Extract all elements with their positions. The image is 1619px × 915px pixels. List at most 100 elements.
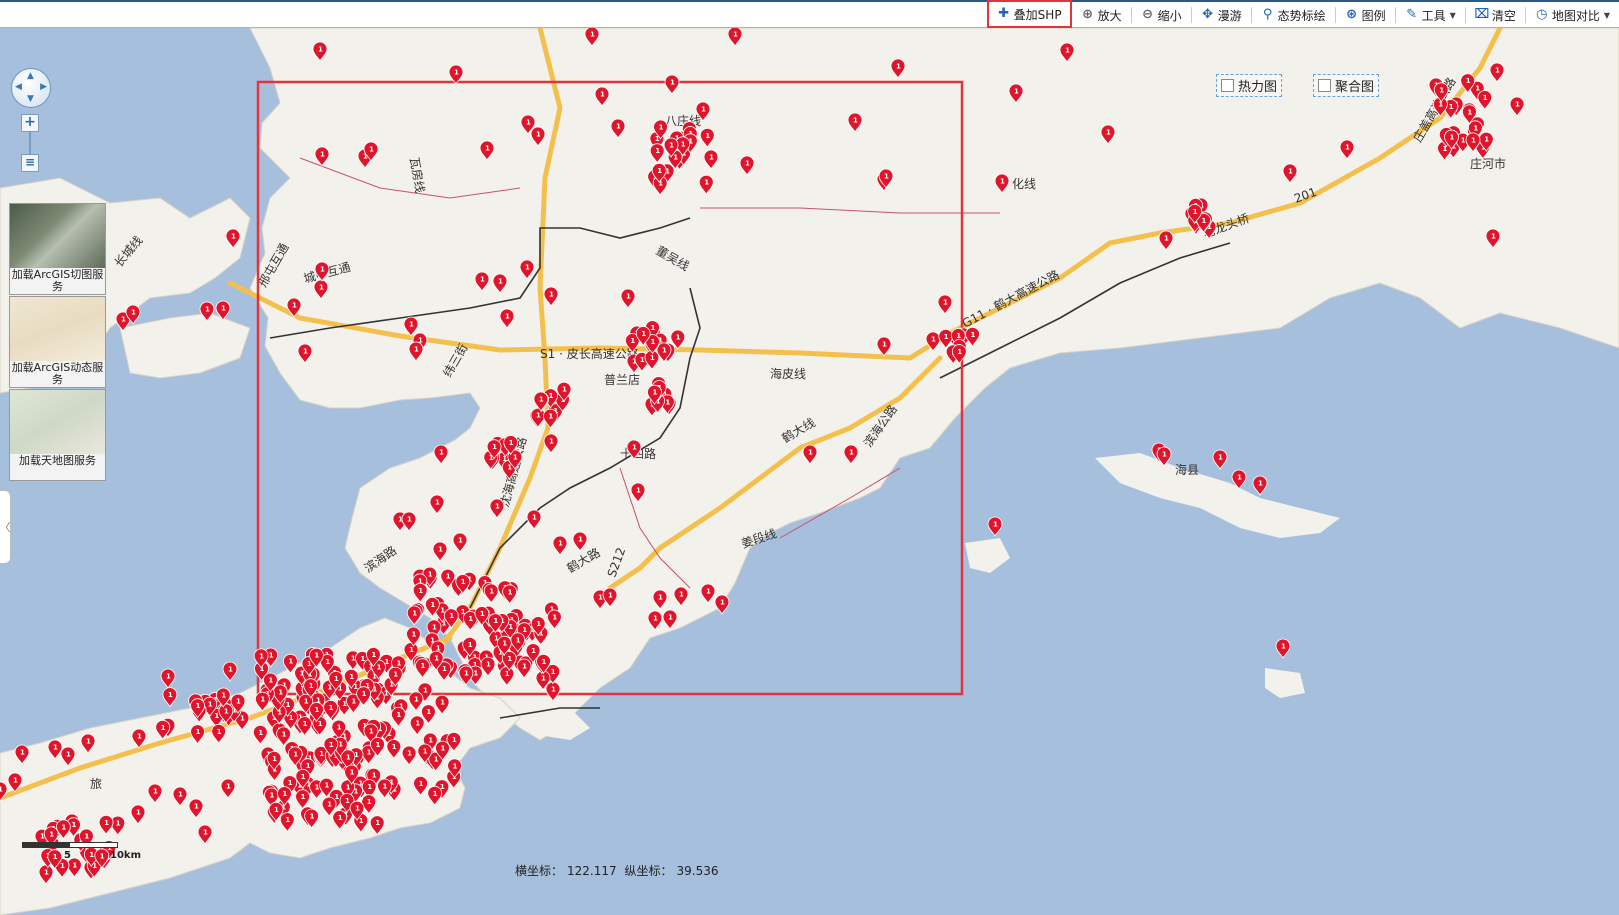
marker-count: 1 [372,772,377,780]
chevron-down-icon: ▼ [1603,10,1610,20]
marker-count: 1 [513,454,518,462]
marker-count: 1 [392,743,397,751]
marker-count: 1 [421,662,426,670]
heatmap-toggle[interactable]: 热力图 [1216,74,1283,97]
pan-down-icon[interactable]: ▼ [27,95,34,104]
marker-count: 1 [943,299,948,307]
marker-count: 1 [49,830,54,838]
zoom-out-button[interactable]: ⊖ 缩小 [1136,3,1187,27]
map-compare-dropdown[interactable]: ◷ 地图对比 ▼ [1530,3,1615,27]
marker-count: 1 [551,686,556,694]
marker-count: 1 [709,154,714,162]
pan-control[interactable]: ▲ ▼ ◀ ▶ [11,68,51,108]
marker-count: 1 [320,266,325,274]
marker-count: 1 [993,521,998,529]
marker-count: 1 [641,330,646,338]
marker-count: 1 [636,487,641,495]
marker-count: 1 [1218,454,1223,462]
cluster-checkbox[interactable] [1318,79,1331,92]
zoom-in-button[interactable]: ⊕ 放大 [1076,3,1127,27]
marker-count: 1 [658,594,663,602]
basemap-arcgis-tile[interactable]: 加载ArcGIS切图服务 [9,203,106,295]
heatmap-label: 热力图 [1238,80,1278,95]
marker-count: 1 [274,806,279,814]
basemap-tianditu[interactable]: 加载天地图服务 [9,389,106,481]
marker-count: 1 [1014,88,1019,96]
zoom-plus-button[interactable]: + [21,114,39,132]
marker-count: 1 [337,724,342,732]
marker-count: 1 [136,809,141,817]
x-coord-label: 横坐标： [515,864,564,878]
marker-count: 1 [480,610,485,618]
marker-count: 1 [502,640,507,648]
map-label: 旅 [90,777,102,791]
marker-count: 1 [453,762,458,770]
map-svg[interactable]: 八庄线 沈海高速公路 G11 · 鹤大高速公路 S1 · 皮长高速公路 海皮线 … [0,28,1619,915]
marker-count: 1 [896,63,901,71]
map-canvas[interactable]: 八庄线 沈海高速公路 G11 · 鹤大高速公路 S1 · 皮长高速公路 海皮线 … [0,28,1619,915]
marker-count: 1 [320,151,325,159]
scale-bar: 5 10km [22,842,141,861]
marker-count: 1 [522,626,527,634]
tools-dropdown[interactable]: ✎ 工具 ▼ [1400,3,1461,27]
collapse-panel-button[interactable]: 〈 [0,490,11,564]
marker-count: 1 [668,614,673,622]
marker-count: 1 [369,727,374,735]
divider [1334,7,1336,23]
pan-left-icon[interactable]: ◀ [15,83,22,92]
marker-count: 1 [346,753,351,761]
marker-count: 1 [1106,129,1111,137]
marker-count: 1 [1449,103,1454,111]
pan-right-icon[interactable]: ▶ [40,83,47,92]
marker-count: 1 [137,733,142,741]
marker-count: 1 [653,615,658,623]
marker-count: 1 [676,334,681,342]
marker-count: 1 [720,599,725,607]
marker-count: 1 [303,720,308,728]
marker-count: 1 [131,309,136,317]
clear-button[interactable]: ⌧ 清空 [1470,3,1521,27]
marker-count: 1 [495,503,500,511]
marker-count: 1 [61,823,66,831]
marker-count: 1 [1466,77,1471,85]
chevron-down-icon: ▼ [1449,10,1456,20]
marker-count: 1 [542,658,547,666]
pan-up-icon[interactable]: ▲ [27,72,34,81]
zoom-track[interactable] [29,132,31,154]
marker-count: 1 [0,786,3,794]
cluster-toggle[interactable]: 聚合图 [1313,74,1380,97]
marker-count: 1 [116,820,121,828]
add-shp-label: 叠加SHP [1013,7,1062,22]
marker-count: 1 [640,356,645,364]
zoom-slider[interactable]: + ≡ [21,114,39,172]
situation-plot-button[interactable]: ⚲ 态势标绘 [1256,3,1331,27]
marker-count: 1 [706,588,711,596]
marker-count: 1 [325,782,330,790]
marker-count: 1 [745,160,750,168]
terrain-thumbnail [10,390,105,454]
basemap-arcgis-dynamic[interactable]: 加载ArcGIS动态服务 [9,296,106,388]
marker-count: 1 [260,696,265,704]
marker-count: 1 [240,715,245,723]
marker-count: 1 [1237,474,1242,482]
marker-count: 1 [314,652,319,660]
marker-count: 1 [651,324,656,332]
marker-count: 1 [355,805,360,813]
marker-count: 1 [1288,168,1293,176]
add-shp-button[interactable]: ✚ 叠加SHP [986,0,1072,28]
legend-button[interactable]: ⊛ 图例 [1340,3,1391,27]
marker-count: 1 [704,179,709,187]
marker-count: 1 [665,398,670,406]
marker-count: 1 [303,348,308,356]
zoom-minus-button[interactable]: ≡ [21,154,39,172]
heatmap-checkbox[interactable] [1221,79,1234,92]
marker-count: 1 [1202,217,1207,225]
marker-count: 1 [489,587,494,595]
marker-count: 1 [367,783,372,791]
marker-count: 1 [53,744,58,752]
marker-count: 1 [849,449,854,457]
marker-count: 1 [418,587,423,595]
marker-count: 1 [196,702,201,710]
pan-button[interactable]: ✥ 漫游 [1196,3,1247,27]
scale-bar-graphic [22,842,118,848]
